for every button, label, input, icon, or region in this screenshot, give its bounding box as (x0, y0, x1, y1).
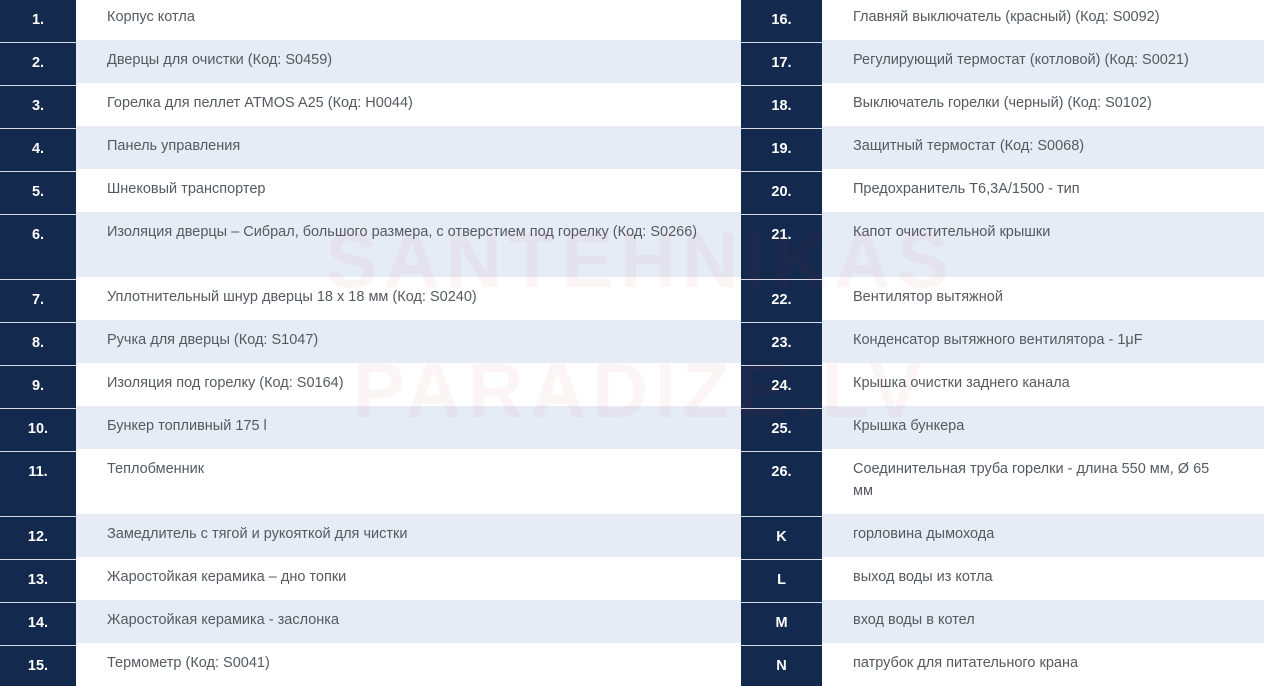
table-row: 5. Шнековый транспортер 20. Предохраните… (0, 169, 1264, 215)
item-number: 3. (0, 86, 76, 128)
item-description: Панель управления (76, 126, 741, 171)
table-row: 13. Жаростойкая керамика – дно топки L в… (0, 557, 1264, 603)
table-row: 9. Изоляция под горелку (Код: S0164) 24.… (0, 363, 1264, 409)
item-description: Крышка бункера (822, 406, 1264, 451)
item-number: 16. (741, 0, 822, 42)
item-number: 14. (0, 603, 76, 645)
item-number: 21. (741, 215, 822, 279)
table-row: 7. Уплотнительный шнур дверцы 18 x 18 мм… (0, 277, 1264, 323)
item-number: 8. (0, 323, 76, 365)
item-number: 13. (0, 560, 76, 602)
item-number: K (741, 517, 822, 559)
item-description: Капот очистительной крышки (822, 212, 1264, 279)
item-number: 7. (0, 280, 76, 322)
item-description: Теплобменник (76, 449, 741, 516)
item-number: N (741, 646, 822, 686)
item-description: Крышка очистки заднего канала (822, 363, 1264, 408)
item-description: Термометр (Код: S0041) (76, 643, 741, 686)
item-number: 23. (741, 323, 822, 365)
item-number: 6. (0, 215, 76, 279)
table-row: 4. Панель управления 19. Защитный термос… (0, 126, 1264, 172)
item-number: 24. (741, 366, 822, 408)
item-number: 20. (741, 172, 822, 214)
item-number: 19. (741, 129, 822, 171)
table-row: 8. Ручка для дверцы (Код: S1047) 23. Кон… (0, 320, 1264, 366)
item-number: 9. (0, 366, 76, 408)
item-description: Ручка для дверцы (Код: S1047) (76, 320, 741, 365)
item-description: Соединительная труба горелки - длина 550… (822, 449, 1264, 516)
item-number: 17. (741, 43, 822, 85)
parts-table: 1. Корпус котла 16. Главняй выключатель … (0, 0, 1264, 686)
table-row: 6. Изоляция дверцы – Сибрал, большого ра… (0, 212, 1264, 280)
item-description: Изоляция дверцы – Сибрал, большого разме… (76, 212, 741, 279)
item-number: 10. (0, 409, 76, 451)
item-number: 4. (0, 129, 76, 171)
item-number: 18. (741, 86, 822, 128)
item-description: Жаростойкая керамика – дно топки (76, 557, 741, 602)
table-row: 11. Теплобменник 26. Соединительная труб… (0, 449, 1264, 517)
item-description: Изоляция под горелку (Код: S0164) (76, 363, 741, 408)
item-description: Дверцы для очистки (Код: S0459) (76, 40, 741, 85)
item-number: 2. (0, 43, 76, 85)
item-description: Горелка для пеллет ATMOS A25 (Код: H0044… (76, 83, 741, 128)
item-description: Шнековый транспортер (76, 169, 741, 214)
item-description: Регулирующий термостат (котловой) (Код: … (822, 40, 1264, 85)
item-number: 26. (741, 452, 822, 516)
table-row: 14. Жаростойкая керамика - заслонка M вх… (0, 600, 1264, 646)
item-number: 1. (0, 0, 76, 42)
item-description: Замедлитель с тягой и рукояткой для чист… (76, 514, 741, 559)
item-description: Корпус котла (76, 0, 741, 42)
item-number: L (741, 560, 822, 602)
table-row: 1. Корпус котла 16. Главняй выключатель … (0, 0, 1264, 43)
item-description: Выключатель горелки (черный) (Код: S0102… (822, 83, 1264, 128)
item-number: 15. (0, 646, 76, 686)
item-description: Жаростойкая керамика - заслонка (76, 600, 741, 645)
item-number: 5. (0, 172, 76, 214)
table-row: 3. Горелка для пеллет ATMOS A25 (Код: H0… (0, 83, 1264, 129)
item-number: 22. (741, 280, 822, 322)
item-description: Бункер топливный 175 l (76, 406, 741, 451)
table-row: 10. Бункер топливный 175 l 25. Крышка бу… (0, 406, 1264, 452)
item-number: 11. (0, 452, 76, 516)
table-row: 12. Замедлитель с тягой и рукояткой для … (0, 514, 1264, 560)
item-number: M (741, 603, 822, 645)
item-number: 12. (0, 517, 76, 559)
item-description: вход воды в котел (822, 600, 1264, 645)
table-row: 2. Дверцы для очистки (Код: S0459) 17. Р… (0, 40, 1264, 86)
item-description: патрубок для питательного крана (822, 643, 1264, 686)
item-description: горловина дымохода (822, 514, 1264, 559)
item-description: Вентилятор вытяжной (822, 277, 1264, 322)
item-description: Уплотнительный шнур дверцы 18 x 18 мм (К… (76, 277, 741, 322)
item-description: Главняй выключатель (красный) (Код: S009… (822, 0, 1264, 42)
table-row: 15. Термометр (Код: S0041) N патрубок дл… (0, 643, 1264, 686)
item-description: Предохранитель T6,3A/1500 - тип (822, 169, 1264, 214)
item-number: 25. (741, 409, 822, 451)
item-description: выход воды из котла (822, 557, 1264, 602)
item-description: Защитный термостат (Код: S0068) (822, 126, 1264, 171)
item-description: Конденсатор вытяжного вентилятора - 1μF (822, 320, 1264, 365)
